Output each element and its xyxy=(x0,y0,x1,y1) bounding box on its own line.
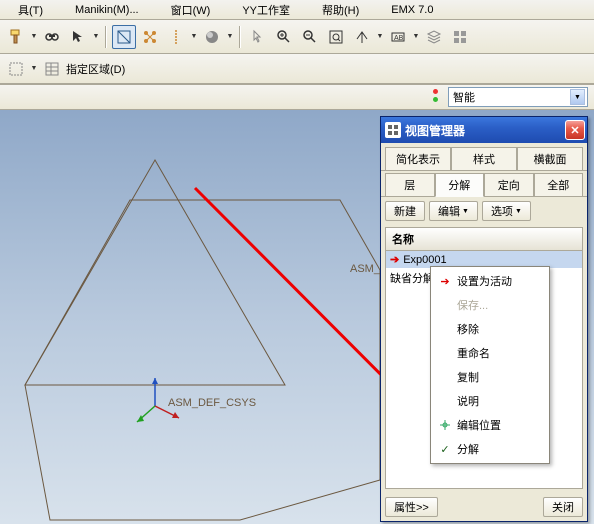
area-label: 指定区域(D) xyxy=(66,61,125,77)
dropdown-icon[interactable]: ▼ xyxy=(92,33,100,40)
list-header[interactable]: 名称 xyxy=(385,227,583,251)
menu-tools[interactable]: 具(T) xyxy=(2,0,59,20)
ctx-set-active[interactable]: ➔ 设置为活动 xyxy=(433,269,547,293)
menu-help[interactable]: 帮助(H) xyxy=(306,0,375,20)
dropdown-icon[interactable]: ▼ xyxy=(412,33,420,40)
button-row: 新建 编辑▼ 选项▼ xyxy=(381,197,587,225)
dropdown-icon[interactable]: ▼ xyxy=(190,33,198,40)
filter-combo[interactable]: 智能 ▼ xyxy=(448,87,588,107)
tab-layer[interactable]: 层 xyxy=(385,173,435,196)
ctx-explode[interactable]: ✓ 分解 xyxy=(433,437,547,461)
orient-icon[interactable] xyxy=(350,25,374,49)
tab-simplify[interactable]: 简化表示 xyxy=(385,147,451,170)
edit-position-icon xyxy=(437,418,453,432)
csys-label: ASM_DEF_CSYS xyxy=(168,397,256,409)
menu-emx[interactable]: EMX 7.0 xyxy=(375,2,449,18)
box-select-icon[interactable] xyxy=(6,59,26,79)
active-arrow-icon: ➔ xyxy=(390,253,399,266)
context-menu: ➔ 设置为活动 保存... 移除 重命名 复制 说明 编辑位置 ✓ 分解 xyxy=(430,266,550,464)
tab-orient[interactable]: 定向 xyxy=(484,173,534,196)
saved-view-icon[interactable]: AB xyxy=(386,25,410,49)
tab-all[interactable]: 全部 xyxy=(534,173,584,196)
ctx-copy[interactable]: 复制 xyxy=(433,365,547,389)
menu-manikin[interactable]: Manikin(M)... xyxy=(59,2,155,18)
tab-row-2: 层 分解 定向 全部 xyxy=(381,171,587,197)
close-dialog-button[interactable]: 关闭 xyxy=(543,497,583,517)
datum-axis-icon[interactable] xyxy=(164,25,188,49)
main-toolbar: ▼ ▼ ▼ ▼ ▼ AB ▼ xyxy=(0,20,594,54)
status-bar: 智能 ▼ xyxy=(0,84,594,110)
secondary-toolbar: ▼ 指定区域(D) xyxy=(0,54,594,84)
dropdown-icon[interactable]: ▼ xyxy=(226,33,234,40)
properties-button[interactable]: 属性>> xyxy=(385,497,438,517)
dropdown-icon[interactable]: ▼ xyxy=(30,33,38,40)
tab-style[interactable]: 样式 xyxy=(451,147,517,170)
pointer-icon[interactable] xyxy=(246,25,270,49)
new-button[interactable]: 新建 xyxy=(385,201,425,221)
ctx-remove[interactable]: 移除 xyxy=(433,317,547,341)
separator xyxy=(105,26,107,48)
combo-value: 智能 xyxy=(453,89,475,105)
display-style-icon[interactable] xyxy=(112,25,136,49)
tab-explode[interactable]: 分解 xyxy=(435,173,485,197)
dialog-titlebar[interactable]: 视图管理器 ✕ xyxy=(381,117,587,143)
check-icon: ✓ xyxy=(437,443,453,456)
zoom-in-icon[interactable] xyxy=(272,25,296,49)
menu-yy[interactable]: YY工作室 xyxy=(226,0,306,20)
chevron-down-icon[interactable]: ▼ xyxy=(570,89,585,105)
svg-text:AB: AB xyxy=(394,35,404,42)
zoom-fit-icon[interactable] xyxy=(324,25,348,49)
datum-plane-icon[interactable] xyxy=(138,25,162,49)
zoom-out-icon[interactable] xyxy=(298,25,322,49)
ctx-description[interactable]: 说明 xyxy=(433,389,547,413)
tab-xsection[interactable]: 横截面 xyxy=(517,147,583,170)
binoculars-icon[interactable] xyxy=(40,25,64,49)
dialog-icon xyxy=(385,122,401,138)
dialog-footer: 属性>> 关闭 xyxy=(381,493,587,521)
dropdown-icon[interactable]: ▼ xyxy=(30,65,38,72)
edit-button[interactable]: 编辑▼ xyxy=(429,201,478,221)
ctx-edit-position[interactable]: 编辑位置 xyxy=(433,413,547,437)
ctx-rename[interactable]: 重命名 xyxy=(433,341,547,365)
red-arrow-icon: ➔ xyxy=(437,275,453,288)
item-label: Exp0001 xyxy=(403,254,446,266)
ctx-save: 保存... xyxy=(433,293,547,317)
shaded-icon[interactable] xyxy=(200,25,224,49)
dropdown-icon[interactable]: ▼ xyxy=(376,33,384,40)
separator xyxy=(239,26,241,48)
item-label: 缺省分解 xyxy=(390,270,434,286)
dialog-title: 视图管理器 xyxy=(405,122,465,139)
view-manager-icon[interactable] xyxy=(448,25,472,49)
table-icon[interactable] xyxy=(42,59,62,79)
menu-window[interactable]: 窗口(W) xyxy=(155,0,227,20)
traffic-light-icon xyxy=(430,88,442,106)
select-tool-icon[interactable] xyxy=(66,25,90,49)
menu-bar: 具(T) Manikin(M)... 窗口(W) YY工作室 帮助(H) EMX… xyxy=(0,0,594,20)
format-painter-icon[interactable] xyxy=(4,25,28,49)
layers-icon[interactable] xyxy=(422,25,446,49)
close-button[interactable]: ✕ xyxy=(565,120,585,140)
options-button[interactable]: 选项▼ xyxy=(482,201,531,221)
tab-row-1: 简化表示 样式 横截面 xyxy=(381,143,587,171)
